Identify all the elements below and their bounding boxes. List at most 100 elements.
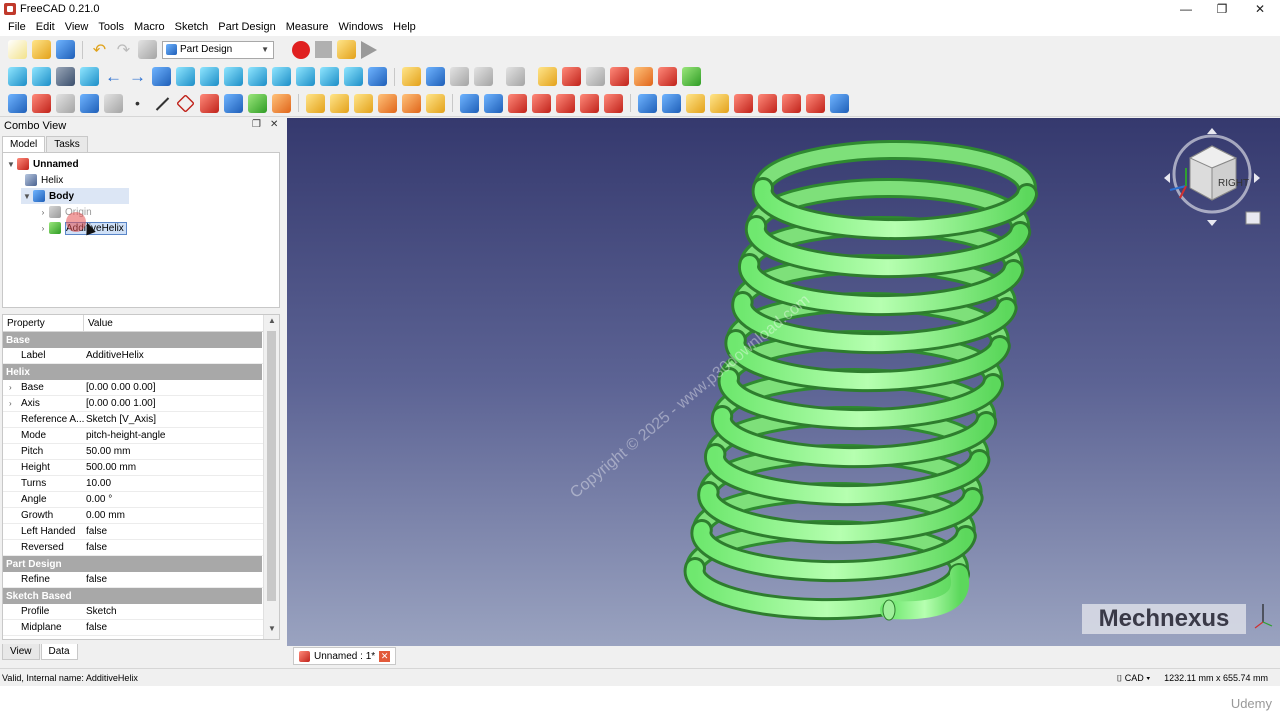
group-part-design[interactable]: Part Design bbox=[3, 556, 262, 572]
property-value[interactable]: false bbox=[84, 572, 262, 587]
menu-tools[interactable]: Tools bbox=[93, 21, 129, 33]
menu-windows[interactable]: Windows bbox=[334, 21, 389, 33]
menu-sketch[interactable]: Sketch bbox=[170, 21, 214, 33]
back-arrow-icon[interactable]: ← bbox=[104, 67, 123, 87]
zoom-icon[interactable] bbox=[176, 67, 195, 86]
chamfer-icon[interactable] bbox=[758, 93, 777, 113]
property-row-midplane[interactable]: Midplane false bbox=[3, 620, 279, 636]
additive-loft-icon[interactable] bbox=[354, 93, 373, 113]
rear-view-icon[interactable] bbox=[296, 67, 315, 86]
datum-line-icon[interactable] bbox=[152, 94, 171, 113]
datum-point-icon[interactable]: • bbox=[128, 95, 147, 111]
hole-icon[interactable] bbox=[484, 93, 503, 113]
bottom-view-icon[interactable] bbox=[320, 67, 339, 86]
property-value[interactable]: false bbox=[84, 620, 262, 635]
measure-linear-icon[interactable] bbox=[538, 67, 557, 86]
property-scrollbar[interactable]: ▲ ▼ bbox=[263, 315, 279, 639]
fit-selection-icon[interactable] bbox=[32, 67, 51, 86]
property-row-base[interactable]: › Base [0.00 0.00 0.00] bbox=[3, 380, 279, 396]
property-value[interactable]: 500.00 mm bbox=[84, 460, 262, 475]
mirrored-icon[interactable] bbox=[638, 93, 657, 113]
float-panel-icon[interactable]: ❐ bbox=[252, 119, 261, 130]
additive-pipe-icon[interactable] bbox=[378, 93, 397, 113]
tree-item-body[interactable]: ▼ Body bbox=[21, 188, 129, 204]
create-body-icon[interactable] bbox=[8, 93, 27, 113]
property-value[interactable]: Sketch bbox=[84, 604, 262, 619]
redo-icon[interactable]: ↷ bbox=[114, 40, 133, 60]
macro-stop-icon[interactable] bbox=[315, 41, 332, 58]
additive-primitive-icon[interactable] bbox=[426, 93, 445, 113]
tab-view[interactable]: View bbox=[2, 644, 40, 660]
chevron-right-icon[interactable]: › bbox=[37, 224, 49, 233]
subshape-binder-icon[interactable] bbox=[224, 93, 243, 113]
measure-angular-icon[interactable] bbox=[562, 67, 581, 86]
workbench-selector[interactable]: Part Design ▼ bbox=[162, 40, 274, 59]
link-actions-icon[interactable] bbox=[474, 67, 493, 86]
property-value[interactable]: false bbox=[84, 524, 262, 539]
forward-arrow-icon[interactable]: → bbox=[128, 67, 147, 87]
menu-view[interactable]: View bbox=[60, 21, 94, 33]
property-row-refine[interactable]: Refine false bbox=[3, 572, 279, 588]
top-view-icon[interactable] bbox=[248, 67, 267, 86]
part-icon[interactable] bbox=[402, 67, 421, 86]
pocket-icon[interactable] bbox=[460, 93, 479, 113]
property-row-label[interactable]: Label AdditiveHelix bbox=[3, 348, 279, 364]
create-sketch-icon[interactable] bbox=[32, 93, 51, 113]
tree-item-document[interactable]: ▼ Unnamed bbox=[5, 156, 79, 172]
open-file-icon[interactable] bbox=[32, 40, 51, 59]
draft-icon[interactable] bbox=[782, 93, 801, 113]
whats-this-icon[interactable] bbox=[506, 67, 525, 86]
scroll-down-icon[interactable]: ▼ bbox=[264, 624, 279, 638]
property-row-pitch[interactable]: Pitch 50.00 mm bbox=[3, 444, 279, 460]
revolution-icon[interactable] bbox=[330, 93, 349, 113]
menu-edit[interactable]: Edit bbox=[31, 21, 60, 33]
property-row-reversed[interactable]: Reversed false bbox=[3, 540, 279, 556]
draw-style-icon[interactable] bbox=[56, 67, 75, 86]
3d-viewport[interactable]: Copyright © 2025 - www.p30download.com R… bbox=[287, 118, 1280, 646]
group-sketch-based[interactable]: Sketch Based bbox=[3, 588, 262, 604]
shape-binder-icon[interactable] bbox=[80, 93, 99, 113]
measure-toggle-3d-icon[interactable] bbox=[658, 67, 677, 86]
clone-binder-icon[interactable] bbox=[248, 93, 267, 113]
property-value[interactable]: false bbox=[84, 540, 262, 555]
subtractive-pipe-icon[interactable] bbox=[556, 93, 575, 113]
additive-helix-icon[interactable] bbox=[402, 93, 421, 113]
minimize-button[interactable]: — bbox=[1168, 0, 1204, 18]
macro-edit-icon[interactable] bbox=[337, 40, 356, 59]
multi-transform-icon[interactable] bbox=[710, 93, 729, 113]
menu-help[interactable]: Help bbox=[388, 21, 421, 33]
fillet-icon[interactable] bbox=[734, 93, 753, 113]
clone-icon[interactable] bbox=[104, 93, 123, 113]
property-row-reference-axis[interactable]: Reference A... Sketch [V_Axis] bbox=[3, 412, 279, 428]
right-view-icon[interactable] bbox=[272, 67, 291, 86]
chevron-right-icon[interactable]: › bbox=[37, 208, 49, 217]
close-tab-icon[interactable]: ✕ bbox=[379, 650, 391, 662]
chevron-down-icon[interactable]: ▼ bbox=[5, 160, 17, 169]
subtractive-helix-icon[interactable] bbox=[580, 93, 599, 113]
navigation-cube[interactable]: RIGHT bbox=[1160, 124, 1270, 234]
macro-run-icon[interactable] bbox=[361, 40, 377, 59]
property-value[interactable]: 0.00 mm bbox=[84, 508, 262, 523]
front-view-icon[interactable] bbox=[224, 67, 243, 86]
property-value[interactable]: 10.00 bbox=[84, 476, 262, 491]
fit-all-icon[interactable] bbox=[8, 67, 27, 86]
link-icon[interactable] bbox=[450, 67, 469, 86]
isometric-view-icon[interactable] bbox=[200, 67, 219, 86]
new-file-icon[interactable] bbox=[8, 40, 27, 59]
polar-pattern-icon[interactable] bbox=[686, 93, 705, 113]
refresh-icon[interactable] bbox=[138, 40, 157, 59]
groove-icon[interactable] bbox=[508, 93, 527, 113]
validate-sketch-icon[interactable] bbox=[56, 93, 75, 113]
chevron-right-icon[interactable]: › bbox=[9, 383, 12, 392]
menu-measure[interactable]: Measure bbox=[281, 21, 334, 33]
property-value[interactable]: [0.00 0.00 1.00] bbox=[84, 396, 262, 411]
measure-clear-icon[interactable] bbox=[610, 67, 629, 86]
property-value[interactable]: 0.00 ° bbox=[84, 492, 262, 507]
pad-icon[interactable] bbox=[306, 93, 325, 113]
property-row-height[interactable]: Height 500.00 mm bbox=[3, 460, 279, 476]
chevron-down-icon[interactable]: ▼ bbox=[21, 192, 33, 201]
property-value[interactable]: AdditiveHelix bbox=[84, 348, 262, 363]
group-helix[interactable]: Helix bbox=[3, 364, 262, 380]
measure-toggle-delta-icon[interactable] bbox=[682, 67, 701, 86]
bounding-box-icon[interactable] bbox=[80, 67, 99, 86]
